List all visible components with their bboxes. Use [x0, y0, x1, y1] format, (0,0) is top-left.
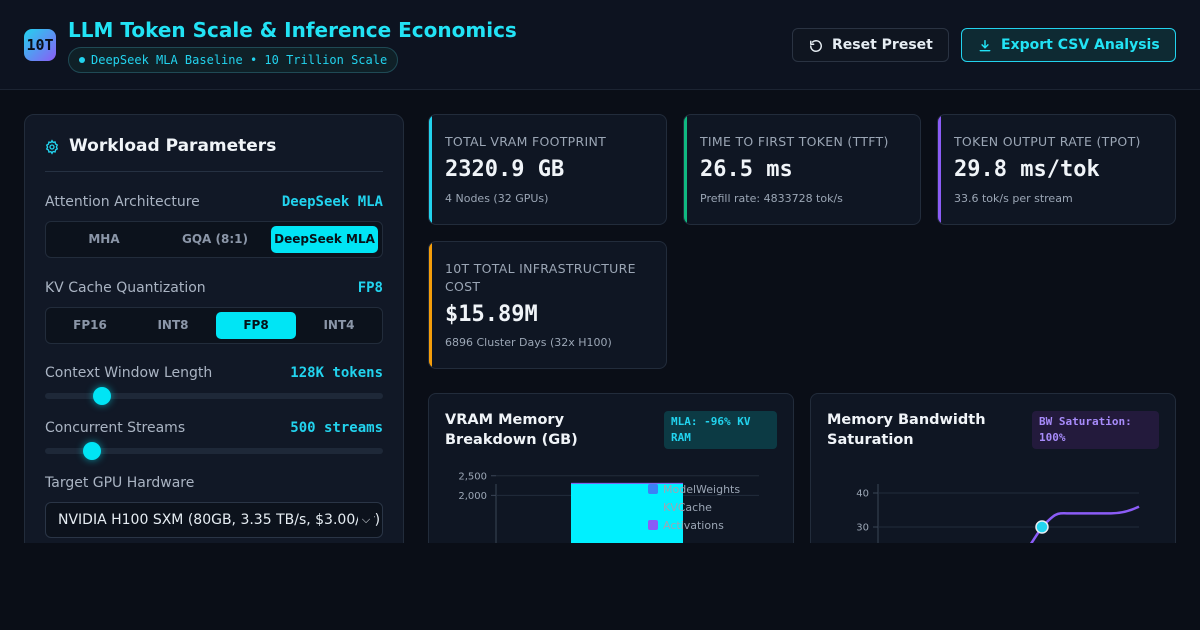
context-window-value: 128K tokens [290, 365, 383, 381]
metric-card-vram: TOTAL VRAM FOOTPRINT 2320.9 GB 4 Nodes (… [428, 114, 667, 225]
viewport-bottom [0, 543, 1200, 630]
gpu-hardware-select[interactable]: NVIDIA H100 SXM (80GB, 3.35 TB/s, $3.00/… [45, 502, 383, 538]
y-tick-label: 2,500 [458, 471, 487, 482]
chevron-down-icon: ⌵ [358, 503, 374, 537]
concurrent-streams-label: Concurrent Streams [45, 420, 186, 436]
metric-value: 26.5 ms [700, 157, 793, 182]
metric-value: 29.8 ms/tok [954, 157, 1100, 182]
quant-option-int8[interactable]: INT8 [133, 312, 213, 339]
legend-swatch [648, 520, 658, 530]
quant-option-int4[interactable]: INT4 [299, 312, 379, 339]
reset-preset-label: Reset Preset [832, 37, 933, 53]
export-csv-button[interactable]: Export CSV Analysis [961, 28, 1176, 62]
panel-divider [45, 171, 383, 172]
y-tick-label: 30 [856, 523, 869, 534]
context-window-slider-thumb[interactable] [93, 387, 111, 405]
y-tick-label: 2,000 [458, 491, 487, 502]
reset-preset-button[interactable]: Reset Preset [792, 28, 949, 62]
metric-value: $15.89M [445, 302, 538, 327]
metric-label: TOTAL VRAM FOOTPRINT [445, 134, 607, 149]
metric-value: 2320.9 GB [445, 157, 565, 182]
attention-label: Attention Architecture [45, 194, 200, 210]
app-logo: 10T [24, 29, 56, 61]
metric-subtext: 33.6 tok/s per stream [954, 192, 1073, 205]
quantization-segmented-control: FP16 INT8 FP8 INT4 [45, 307, 383, 344]
attention-value: DeepSeek MLA [281, 194, 383, 210]
quantization-value: FP8 [357, 280, 383, 296]
attention-option-gqa[interactable]: GQA (8:1) [161, 226, 269, 253]
panel-title: Workload Parameters [44, 136, 276, 156]
legend-swatch [648, 502, 658, 512]
metric-subtext: 6896 Cluster Days (32x H100) [445, 336, 612, 349]
preset-badge: DeepSeek MLA Baseline • 10 Trillion Scal… [68, 47, 399, 73]
download-icon [979, 40, 991, 52]
metric-label: TIME TO FIRST TOKEN (TTFT) [700, 134, 889, 149]
metric-accent [429, 242, 432, 368]
gpu-hardware-label: Target GPU Hardware [45, 475, 195, 491]
attention-segmented-control: MHA GQA (8:1) DeepSeek MLA [45, 221, 383, 258]
y-tick-label: 40 [856, 489, 869, 500]
metric-accent [684, 115, 687, 224]
metric-label: 10T TOTAL INFRASTRUCTURE COST [445, 261, 636, 294]
quantization-label: KV Cache Quantization [45, 280, 206, 296]
metric-accent [429, 115, 432, 224]
app-title: LLM Token Scale & Inference Economics [68, 18, 517, 42]
metric-label: TOKEN OUTPUT RATE (TPOT) [954, 134, 1141, 149]
rotate-ccw-icon [810, 40, 822, 52]
legend-label: ModelWeights [663, 483, 740, 496]
legend-swatch [648, 484, 658, 494]
legend-label: Activations [663, 519, 724, 532]
context-window-label: Context Window Length [45, 365, 213, 381]
metric-card-ttft: TIME TO FIRST TOKEN (TTFT) 26.5 ms Prefi… [683, 114, 921, 225]
metric-card-tpot: TOKEN OUTPUT RATE (TPOT) 29.8 ms/tok 33.… [937, 114, 1176, 225]
metric-accent [938, 115, 941, 224]
metric-subtext: Prefill rate: 4833728 tok/s [700, 192, 843, 205]
quant-option-fp16[interactable]: FP16 [50, 312, 130, 339]
legend-label: KVCache [663, 501, 712, 514]
metric-subtext: 4 Nodes (32 GPUs) [445, 192, 549, 205]
attention-option-mha[interactable]: MHA [50, 226, 158, 253]
quant-option-fp8[interactable]: FP8 [216, 312, 296, 339]
export-csv-label: Export CSV Analysis [1001, 37, 1160, 53]
gear-icon [45, 139, 59, 155]
metric-card-cost: 10T TOTAL INFRASTRUCTURE COST $15.89M 68… [428, 241, 667, 369]
attention-option-mla[interactable]: DeepSeek MLA [271, 226, 378, 253]
concurrent-streams-value: 500 streams [290, 420, 383, 436]
gpu-hardware-selected-value: NVIDIA H100 SXM (80GB, 3.35 TB/s, $3.00/… [58, 512, 381, 528]
panel-title-text: Workload Parameters [69, 136, 277, 156]
highlight-point [1035, 520, 1049, 534]
